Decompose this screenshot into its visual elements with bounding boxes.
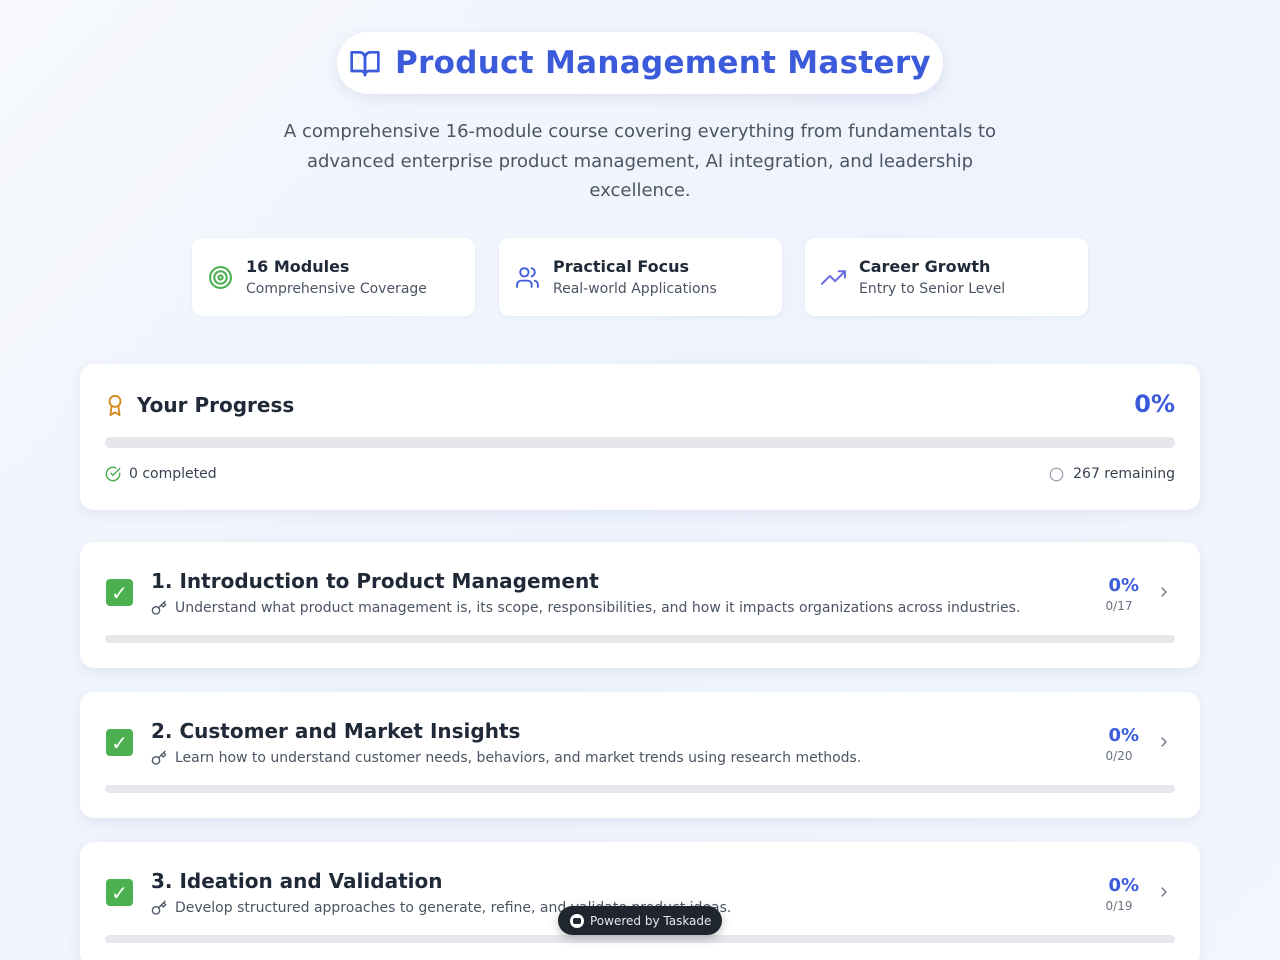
circle-icon: [1049, 467, 1064, 482]
trending-up-icon: [821, 265, 846, 290]
check-circle-icon: [105, 466, 121, 482]
module-progress-bar: [105, 785, 1175, 793]
stat-title: 16 Modules: [246, 257, 350, 276]
module-card-2[interactable]: ✓ 2. Customer and Market Insights Learn …: [80, 692, 1200, 818]
progress-title: Your Progress: [137, 393, 295, 417]
module-percent: 0%: [1108, 725, 1139, 746]
progress-percent: 0%: [1134, 390, 1175, 418]
check-mark-icon: ✓: [106, 729, 133, 756]
stat-subtitle: Entry to Senior Level: [859, 281, 1006, 297]
progress-bar: [105, 437, 1175, 448]
module-description: Learn how to understand customer needs, …: [175, 750, 862, 766]
stat-subtitle: Real-world Applications: [553, 281, 717, 297]
powered-by-badge[interactable]: Powered by Taskade: [558, 906, 722, 935]
stat-title: Practical Focus: [553, 257, 690, 276]
module-title: 2. Customer and Market Insights: [151, 719, 521, 743]
chevron-right-icon[interactable]: [1156, 733, 1172, 751]
stat-title: Career Growth: [859, 257, 991, 276]
chevron-right-icon[interactable]: [1156, 583, 1172, 601]
check-mark-icon: ✓: [106, 579, 133, 606]
progress-card: Your Progress 0% 0 completed 267 remaini…: [80, 364, 1200, 510]
key-icon: [151, 750, 167, 766]
module-title: 1. Introduction to Product Management: [151, 569, 599, 593]
book-open-icon: [349, 47, 381, 79]
stat-card-practical: Practical Focus Real-world Applications: [499, 238, 782, 316]
completed-count: 0 completed: [105, 466, 217, 482]
page-title-pill: Product Management Mastery: [337, 32, 943, 94]
module-progress-bar: [105, 635, 1175, 643]
page-subtitle: A comprehensive 16-module course coverin…: [283, 121, 997, 201]
page-title: Product Management Mastery: [395, 45, 931, 81]
check-mark-icon: ✓: [106, 879, 133, 906]
taskade-logo-icon: [570, 913, 584, 928]
module-count: 0/17: [1105, 599, 1133, 613]
award-icon: [104, 393, 126, 421]
completed-label: 0 completed: [129, 466, 217, 482]
users-icon: [515, 265, 540, 290]
remaining-label: 267 remaining: [1073, 466, 1175, 482]
module-description-row: Learn how to understand customer needs, …: [151, 750, 861, 766]
module-percent: 0%: [1108, 575, 1139, 596]
module-count: 0/19: [1105, 899, 1133, 913]
module-card-3[interactable]: ✓ 3. Ideation and Validation Develop str…: [80, 842, 1200, 960]
module-progress-bar: [105, 935, 1175, 943]
module-percent: 0%: [1108, 875, 1139, 896]
powered-by-label: Powered by Taskade: [590, 913, 712, 928]
module-title: 3. Ideation and Validation: [151, 869, 443, 893]
key-icon: [151, 900, 167, 916]
module-description: Understand what product management is, i…: [175, 600, 1021, 616]
stat-card-modules: 16 Modules Comprehensive Coverage: [192, 238, 475, 316]
target-icon: [208, 265, 233, 290]
chevron-right-icon[interactable]: [1156, 883, 1172, 901]
module-count: 0/20: [1105, 749, 1133, 763]
module-card-1[interactable]: ✓ 1. Introduction to Product Management …: [80, 542, 1200, 668]
stat-card-career: Career Growth Entry to Senior Level: [805, 238, 1088, 316]
module-description-row: Understand what product management is, i…: [151, 600, 1020, 616]
key-icon: [151, 600, 167, 616]
stat-subtitle: Comprehensive Coverage: [246, 281, 427, 297]
remaining-count: 267 remaining: [1049, 466, 1175, 482]
